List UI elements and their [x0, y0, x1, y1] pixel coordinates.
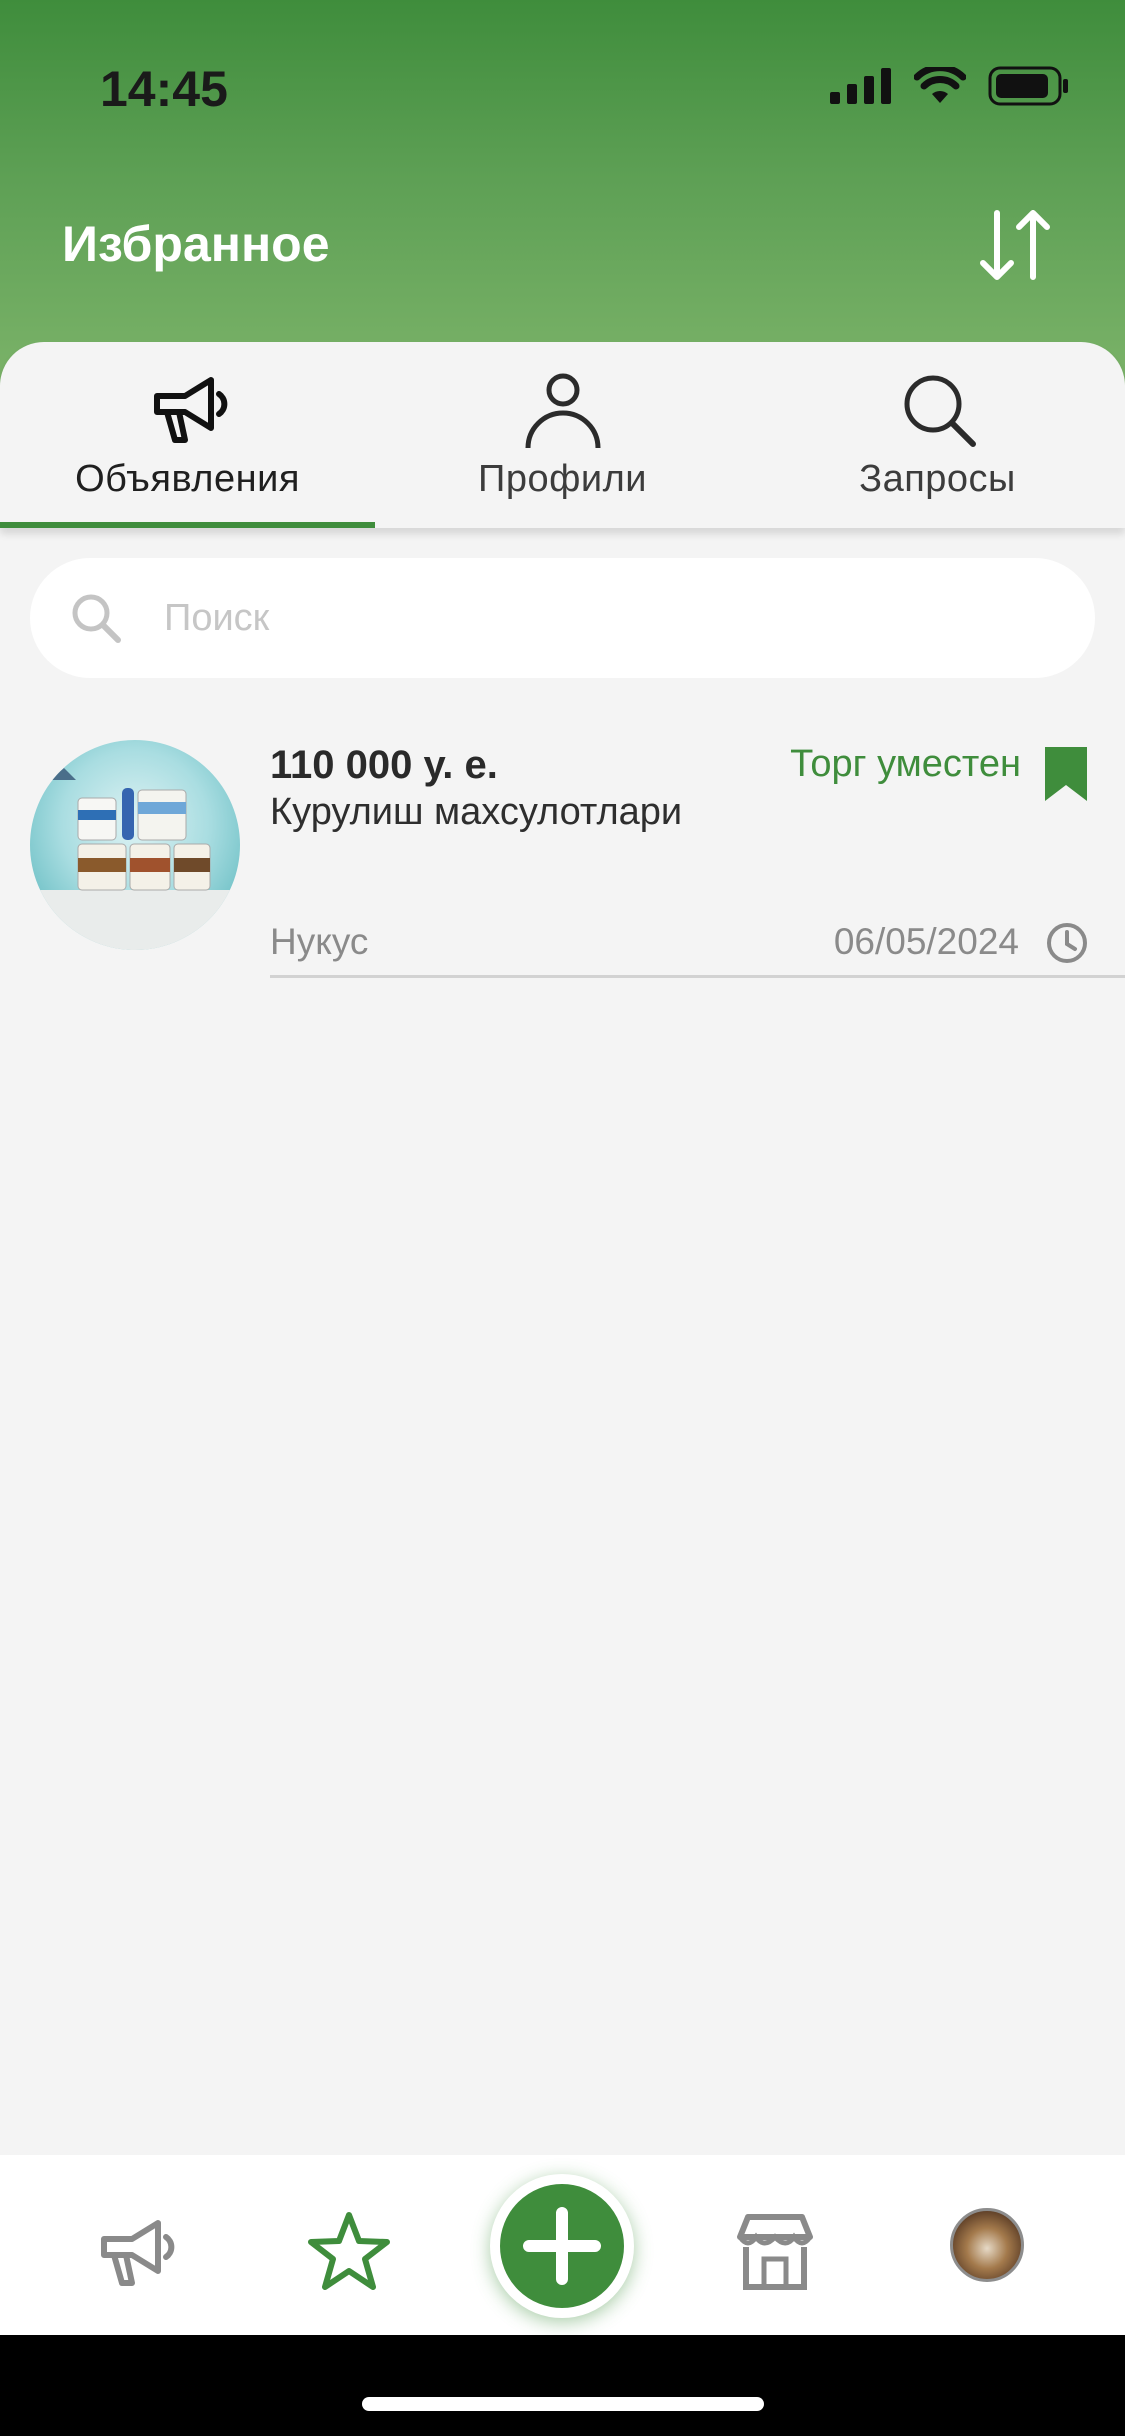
search-icon [904, 375, 976, 447]
clock-icon [1047, 923, 1087, 963]
status-time: 14:45 [100, 61, 228, 117]
megaphone-icon [153, 377, 227, 443]
page-title: Избранное [62, 216, 330, 272]
wifi-icon [914, 67, 966, 103]
signal-icon [830, 68, 891, 104]
listing-title: Курулиш махсулотлари [270, 791, 683, 833]
add-button[interactable] [490, 2174, 634, 2318]
star-icon[interactable] [304, 2207, 394, 2297]
negotiable-badge: Торг уместен [790, 743, 1021, 785]
battery-icon [988, 66, 1068, 106]
tab-label: Запросы [859, 458, 1016, 500]
megaphone-icon[interactable] [92, 2207, 182, 2297]
tab-profiles[interactable]: Профили [375, 342, 750, 528]
person-icon [525, 373, 600, 449]
home-indicator[interactable] [362, 2397, 764, 2411]
tab-active-indicator [0, 522, 375, 528]
store-icon[interactable] [730, 2207, 820, 2297]
search-icon [72, 594, 121, 643]
tab-label: Профили [478, 458, 647, 500]
bookmark-icon[interactable] [1043, 745, 1089, 803]
search-input[interactable] [164, 596, 1064, 640]
list-item[interactable]: 110 000 у. е. Курулиш махсулотлари Торг … [0, 735, 1125, 980]
divider [270, 975, 1125, 978]
listing-thumbnail [30, 740, 240, 950]
tab-requests[interactable]: Запросы [750, 342, 1125, 528]
plus-icon [523, 2207, 601, 2285]
sort-arrows-icon[interactable] [975, 205, 1055, 285]
tab-label: Объявления [75, 458, 300, 500]
tab-bar: Объявления Профили Запросы [0, 342, 1125, 528]
home-bar-area [0, 2335, 1125, 2436]
listing-date: 06/05/2024 [833, 921, 1019, 962]
avatar[interactable] [950, 2208, 1024, 2282]
tab-announcements[interactable]: Объявления [0, 342, 375, 528]
search-bar[interactable] [30, 558, 1095, 678]
listing-city: Нукус [270, 921, 369, 962]
status-icons [830, 66, 1070, 106]
listing-price: 110 000 у. е. [270, 743, 498, 787]
